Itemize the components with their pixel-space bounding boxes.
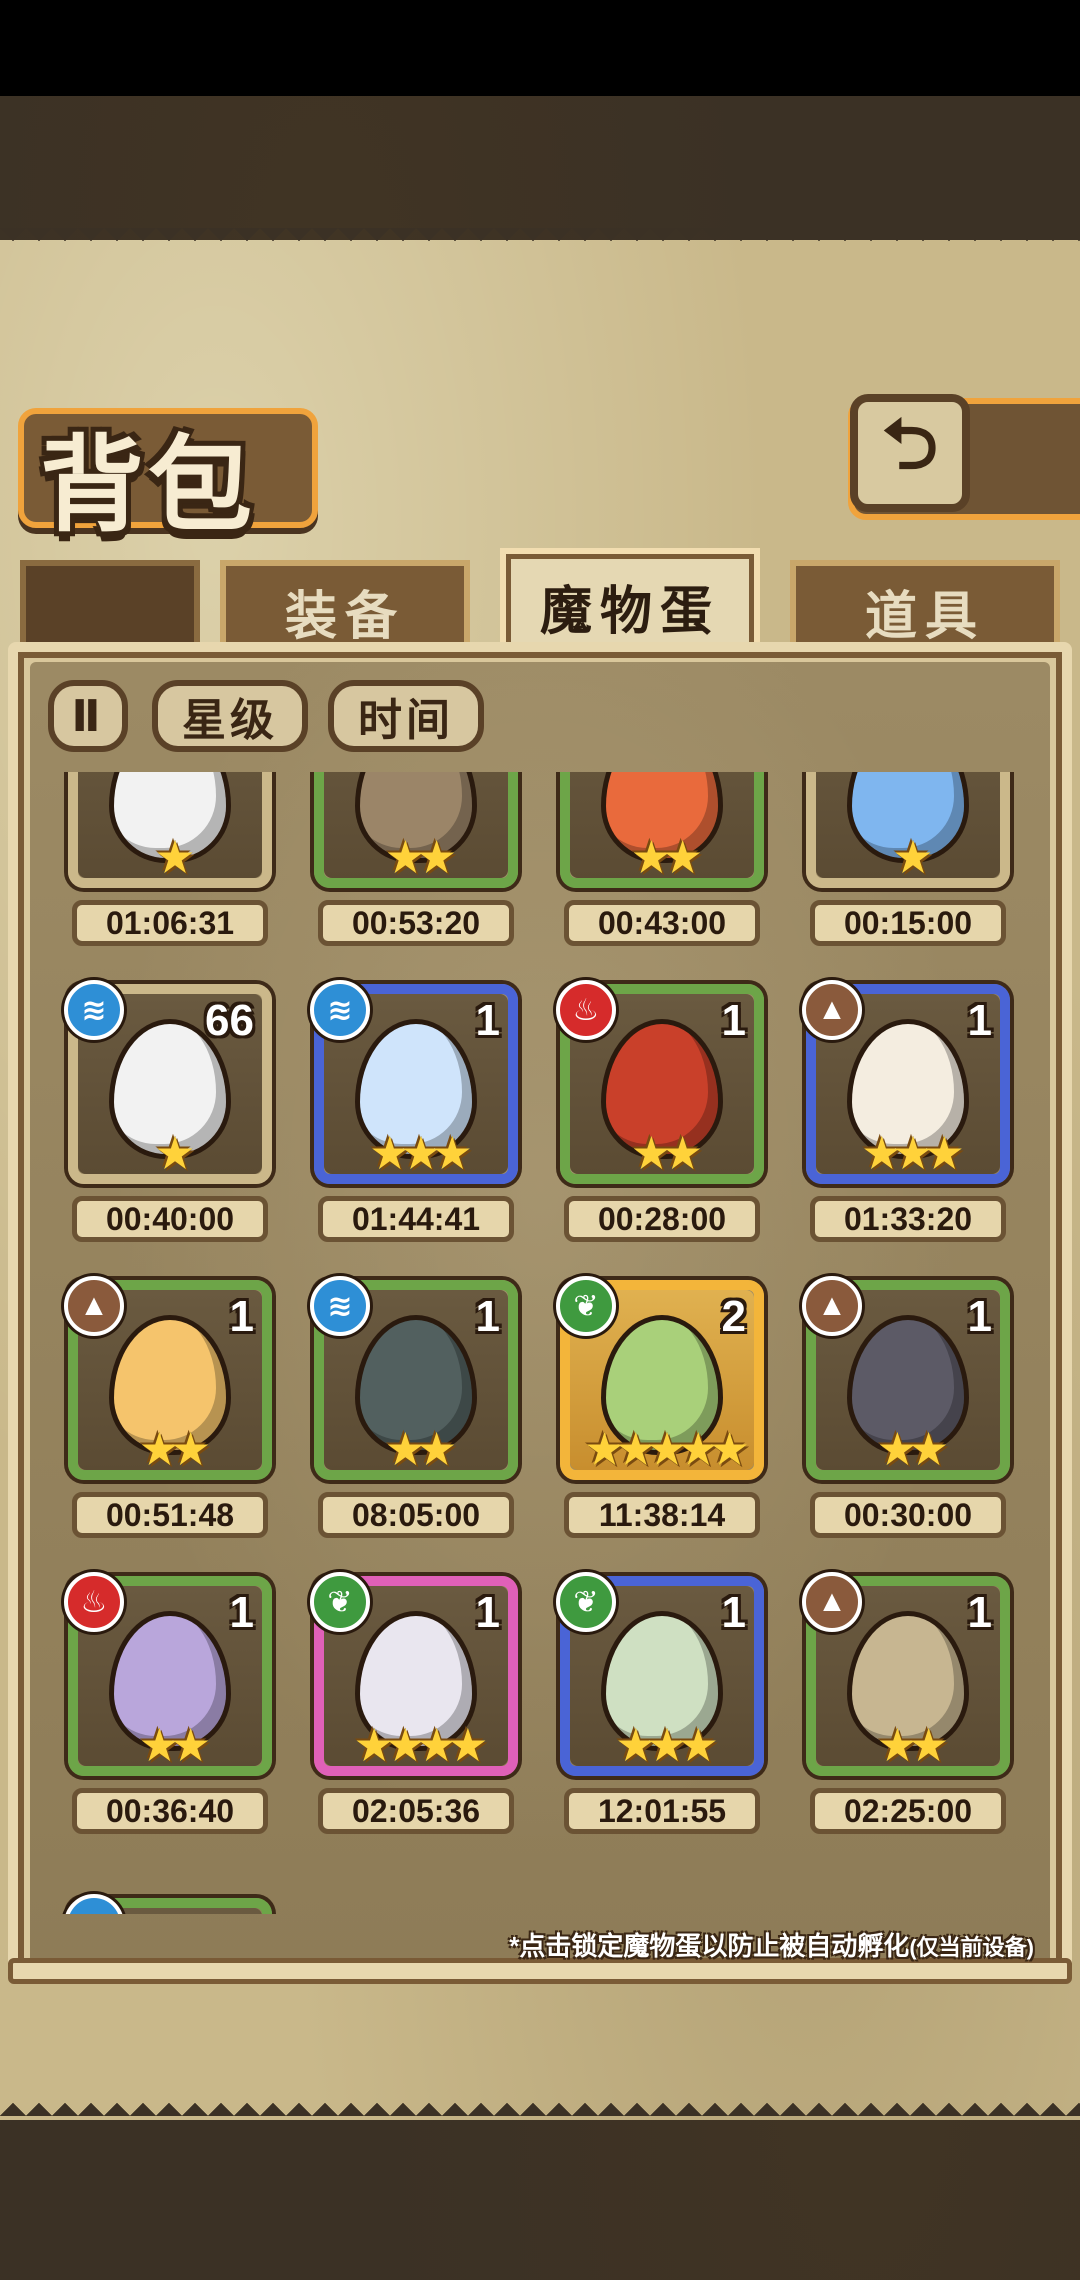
- egg-card[interactable]: ★★: [314, 772, 518, 888]
- egg-count: 1: [475, 996, 500, 1045]
- star-rating: ★★: [138, 1423, 211, 1475]
- hatch-timer: 01:06:31: [72, 900, 268, 946]
- earth-element-icon: ▲: [802, 980, 862, 1040]
- grass-element-icon: ❦: [556, 1276, 616, 1336]
- hatch-timer: 02:05:36: [318, 1788, 514, 1834]
- earth-element-icon: ▲: [802, 1276, 862, 1336]
- lock-hint-text: *点击锁定魔物蛋以防止被自动孵化: [509, 1931, 910, 1961]
- egg-count: 1: [721, 1588, 746, 1637]
- status-bar: [0, 0, 1080, 96]
- egg-count: 66: [205, 996, 254, 1045]
- star-rating: ★: [892, 831, 933, 883]
- egg-card[interactable]: 1 ▲ ★★★: [802, 980, 1010, 1184]
- egg-card[interactable]: ★: [806, 772, 1010, 888]
- egg-card[interactable]: 1 ▲ ★★: [802, 1276, 1010, 1480]
- star-rating: ★★: [876, 1719, 949, 1771]
- star-rating: ★★: [138, 1719, 211, 1771]
- egg-card[interactable]: 1 ▲ ★★: [64, 1276, 272, 1480]
- egg-card[interactable]: ★★: [560, 772, 764, 888]
- hatch-timer: 00:36:40: [72, 1788, 268, 1834]
- parchment-top-edge: [0, 228, 1080, 254]
- star-rating: ★★: [630, 831, 703, 883]
- egg-count: 1: [475, 1292, 500, 1341]
- hatch-timer: 00:43:00: [564, 900, 760, 946]
- water-element-icon: [64, 1894, 124, 1914]
- egg-card[interactable]: ★: [68, 772, 272, 888]
- egg-card[interactable]: 66 ≋ ★: [64, 980, 272, 1184]
- egg-count: 2: [721, 1292, 746, 1341]
- hatch-timer: 00:15:00: [810, 900, 1006, 946]
- egg-card[interactable]: 1 ♨ ★★: [556, 980, 764, 1184]
- hatch-timer: 01:33:20: [810, 1196, 1006, 1242]
- egg-card[interactable]: 1 ≋ ★★★: [310, 980, 518, 1184]
- hatch-timer: 00:53:20: [318, 900, 514, 946]
- water-element-icon: ≋: [310, 980, 370, 1040]
- star-rating: ★★: [384, 1423, 457, 1475]
- egg-grid: ★ 01:06:31 ★★ 00:53:20 ★★ 00:43:00 ★ 00:15:00 66…: [30, 772, 1050, 1914]
- page-title: 背包: [40, 428, 257, 544]
- egg-count: 1: [475, 1588, 500, 1637]
- egg-card[interactable]: 1 ❦ ★★★★: [310, 1572, 518, 1776]
- water-element-icon: ≋: [64, 980, 124, 1040]
- hatch-timer: 00:30:00: [810, 1492, 1006, 1538]
- star-rating: ★★: [384, 831, 457, 883]
- hatch-timer: 12:01:55: [564, 1788, 760, 1834]
- egg-count: 1: [229, 1588, 254, 1637]
- parchment-bottom-edge: [0, 2090, 1080, 2120]
- star-rating: ★★★★: [353, 1719, 489, 1771]
- star-rating: ★★★★★: [583, 1423, 750, 1475]
- fire-element-icon: ♨: [556, 980, 616, 1040]
- back-arrow-icon: ⮌: [881, 404, 939, 483]
- egg-card[interactable]: 1 ♨ ★★: [64, 1572, 272, 1776]
- hatch-timer: 00:51:48: [72, 1492, 268, 1538]
- sort-by-star-button[interactable]: 星级: [152, 680, 308, 752]
- hatch-timer: 11:38:14: [564, 1492, 760, 1538]
- star-rating: ★★: [630, 1127, 703, 1179]
- grass-element-icon: ❦: [310, 1572, 370, 1632]
- star-rating: ★★★: [369, 1127, 473, 1179]
- hatch-timer: 00:40:00: [72, 1196, 268, 1242]
- earth-element-icon: ▲: [64, 1276, 124, 1336]
- sort-order-button[interactable]: Ⅱ: [48, 680, 128, 752]
- egg-count: 1: [967, 1588, 992, 1637]
- egg-card[interactable]: 1 ≋ ★★: [310, 1276, 518, 1480]
- lock-hint-note: (仅当前设备): [909, 1935, 1034, 1960]
- egg-card[interactable]: 1 ▲ ★★: [802, 1572, 1010, 1776]
- star-rating: ★★★: [615, 1719, 719, 1771]
- egg-card[interactable]: 1 ❦ ★★★: [556, 1572, 764, 1776]
- hatch-timer: 08:05:00: [318, 1492, 514, 1538]
- fire-element-icon: ♨: [64, 1572, 124, 1632]
- sort-icon: Ⅱ: [71, 691, 105, 741]
- earth-element-icon: ▲: [802, 1572, 862, 1632]
- egg-count: 1: [721, 996, 746, 1045]
- star-rating: ★★★: [861, 1127, 965, 1179]
- lock-hint: *点击锁定魔物蛋以防止被自动孵化(仅当前设备): [509, 1926, 1034, 1963]
- grass-element-icon: ❦: [556, 1572, 616, 1632]
- egg-count: 1: [967, 1292, 992, 1341]
- hatch-timer: 02:25:00: [810, 1788, 1006, 1834]
- star-rating: ★: [154, 1127, 195, 1179]
- egg-card[interactable]: 2 ❦ ★★★★★: [556, 1276, 764, 1480]
- egg-card-partial[interactable]: [64, 1894, 272, 1914]
- star-rating: ★★: [876, 1423, 949, 1475]
- back-button[interactable]: ⮌: [850, 394, 970, 512]
- egg-count: 1: [967, 996, 992, 1045]
- hatch-timer: 01:44:41: [318, 1196, 514, 1242]
- water-element-icon: ≋: [310, 1276, 370, 1336]
- egg-count: 1: [229, 1292, 254, 1341]
- sort-by-time-button[interactable]: 时间: [328, 680, 484, 752]
- hatch-timer: 00:28:00: [564, 1196, 760, 1242]
- star-rating: ★: [154, 831, 195, 883]
